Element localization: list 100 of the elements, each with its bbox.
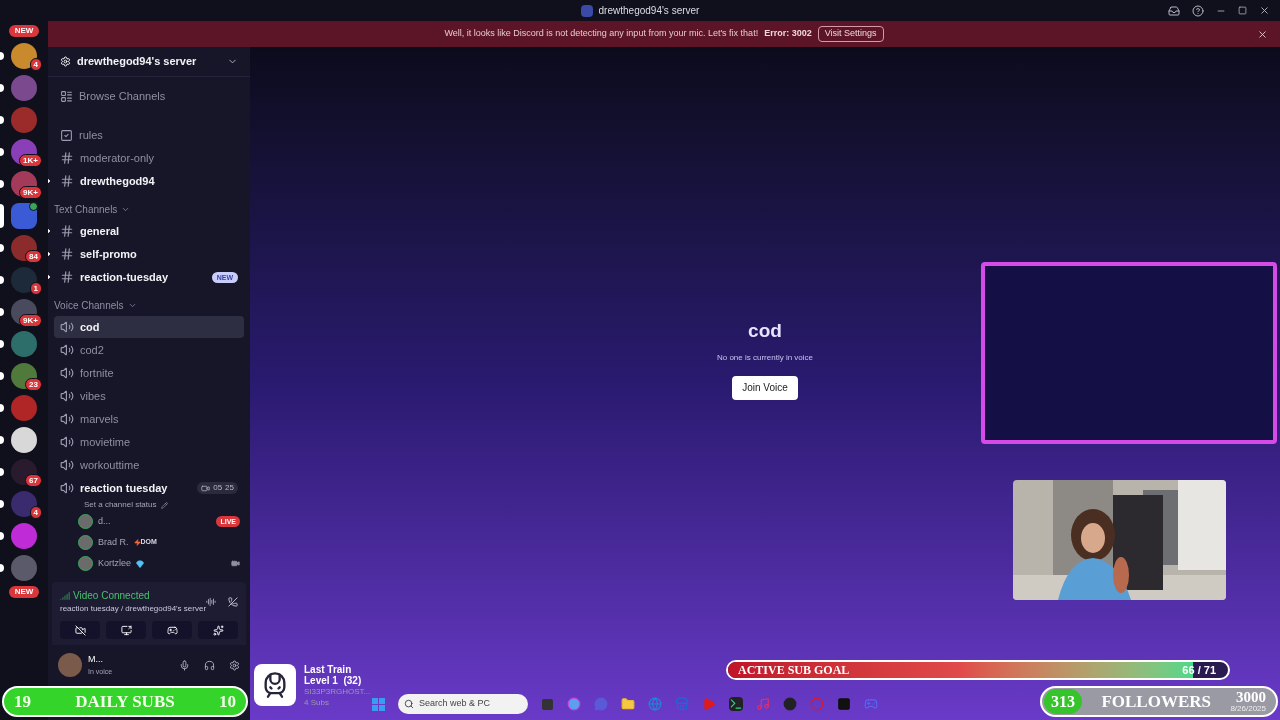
unread-count: 9K+ [19, 314, 42, 327]
channel-status[interactable]: Set a channel status [84, 499, 157, 511]
terminal-icon[interactable] [729, 697, 743, 711]
daily-subs-label: DAILY SUBS [75, 690, 175, 713]
screen-share-button[interactable] [106, 621, 146, 639]
error-code: Error: 3002 [764, 27, 812, 41]
channel-item[interactable]: fortnite [54, 362, 244, 384]
channel-item[interactable]: cod2 [54, 339, 244, 361]
help-icon[interactable] [1192, 4, 1204, 17]
channel-item[interactable]: workouttime [54, 454, 244, 476]
train-title: Last Train [304, 664, 352, 675]
hash-icon [60, 247, 74, 261]
screen-share-icon [120, 624, 132, 636]
camera-button[interactable] [60, 621, 100, 639]
close-icon[interactable] [1257, 28, 1268, 40]
search-icon [404, 699, 414, 709]
speaker-icon [60, 481, 74, 495]
window-title: drewthegod94's server [598, 4, 700, 18]
channel-item[interactable]: Browse Channels [54, 85, 244, 107]
unread-count: 84 [25, 250, 42, 263]
bolt-icon [133, 539, 141, 546]
unread-count: 67 [25, 474, 42, 487]
avatar [78, 556, 93, 571]
camera-off-icon [74, 624, 86, 636]
speaker-icon [60, 343, 74, 357]
train-icon [254, 664, 296, 706]
channel-item[interactable]: vibes [54, 385, 244, 407]
app-icon[interactable] [837, 697, 851, 711]
voice-member[interactable]: Kortzlee [76, 553, 240, 574]
speaker-icon [60, 435, 74, 449]
taskbar-search-field[interactable]: Search web & PC [398, 694, 528, 714]
pencil-icon [160, 501, 168, 509]
sparkles-icon [212, 624, 224, 636]
channel-item[interactable]: reaction tuesday 05 25 [54, 477, 244, 499]
channel-item[interactable]: moderator-only [54, 147, 244, 169]
taskbar-date: 8/26/2025 [1230, 705, 1266, 713]
hash-icon [60, 174, 74, 188]
empty-voice-message: No one is currently in voice [716, 351, 813, 364]
headphones-icon[interactable] [204, 659, 215, 671]
speaker-icon [60, 412, 74, 426]
camera-icon [201, 483, 211, 493]
close-icon[interactable] [1259, 5, 1270, 16]
unread-count: 1K+ [19, 154, 42, 167]
daily-subs-target: 10 [219, 690, 236, 713]
new-pill[interactable]: NEW [8, 25, 40, 37]
gamepad-icon [166, 624, 178, 636]
avatar [78, 535, 93, 550]
channel-item[interactable]: rules [54, 124, 244, 146]
followers-target: 3000 [1236, 690, 1266, 705]
train-level: Level 1 (32) [304, 675, 362, 686]
voice-location[interactable]: reaction tuesday / drewthegod94's server [60, 603, 207, 615]
count: 05 [213, 482, 223, 494]
category-header[interactable]: Voice Channels [54, 298, 124, 313]
channel-item[interactable]: cod [54, 316, 244, 338]
train-user: SI33P3RGHOST... [304, 686, 371, 697]
category-header[interactable]: Text Channels [54, 202, 118, 217]
channel-item[interactable]: general [54, 220, 244, 242]
microphone-icon[interactable] [179, 659, 190, 671]
maximize-icon[interactable] [1238, 6, 1247, 15]
soundboard-button[interactable] [198, 621, 238, 639]
hash-icon [60, 224, 74, 238]
noise-suppression-icon[interactable] [206, 595, 217, 608]
checkbox-icon [60, 128, 73, 142]
chevron-icon [121, 205, 131, 214]
sub-goal-label: ACTIVE SUB GOAL [738, 662, 850, 678]
activity-button[interactable] [152, 621, 192, 639]
visit-settings-button[interactable]: Visit Settings [817, 26, 884, 42]
inbox-icon[interactable] [1168, 4, 1180, 17]
join-voice-button[interactable]: Join Voice [732, 375, 798, 400]
server-header[interactable]: drewthegod94's server [48, 47, 250, 77]
app-icon[interactable] [783, 697, 797, 711]
unread-count: 23 [25, 378, 42, 391]
list-icon [60, 89, 73, 103]
disconnect-icon[interactable] [228, 595, 238, 608]
channel-title: cod [748, 319, 782, 344]
speaker-icon [60, 366, 74, 380]
windows-logo-icon[interactable] [372, 697, 385, 711]
user-name: M... [88, 653, 104, 666]
notice-message: Well, it looks like Discord is not detecting any input from your mic. Let's fix that! [444, 27, 759, 41]
hash-icon [60, 270, 74, 284]
folder-icon[interactable] [621, 697, 635, 711]
channel-item[interactable]: movietime [54, 431, 244, 453]
speaker-icon [60, 389, 74, 403]
count: 25 [225, 482, 234, 494]
settings-icon[interactable] [229, 659, 240, 671]
followers-current: 313 [1044, 689, 1082, 714]
train-subs: 4 Subs [304, 697, 329, 708]
unread-count: 9K+ [19, 186, 42, 199]
channel-item[interactable]: marvels [54, 408, 244, 430]
followers-label: FOLLOWERS [1100, 690, 1212, 713]
user-avatar[interactable] [58, 653, 82, 677]
daily-subs-current: 19 [14, 690, 31, 713]
avatar [78, 514, 93, 529]
new-pill[interactable]: NEW [8, 586, 40, 598]
connection-status: Video Connected [73, 589, 150, 603]
speaker-icon [60, 320, 74, 334]
signal-icon [60, 590, 70, 601]
hash-icon [60, 151, 74, 165]
channel-item[interactable]: self-promo [54, 243, 244, 265]
channel-item[interactable]: drewthegod94 [54, 170, 244, 192]
